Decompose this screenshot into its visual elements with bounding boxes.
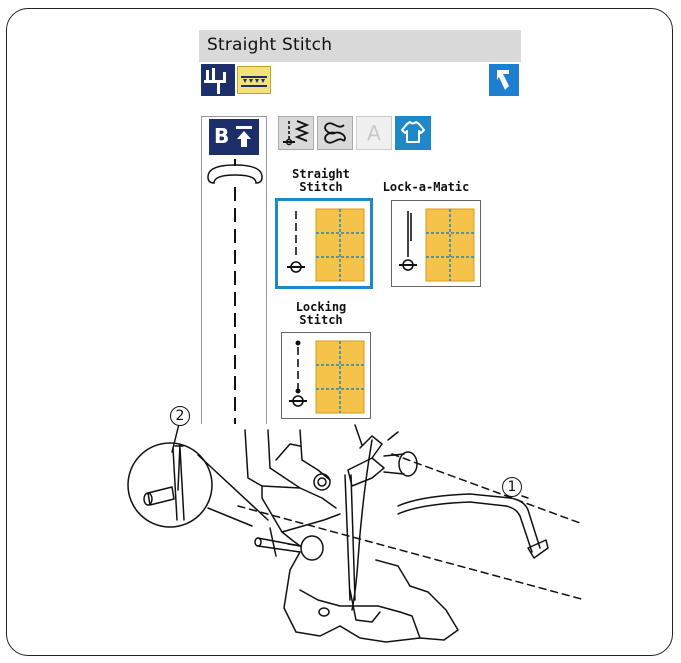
callout-one: 1 — [502, 477, 522, 497]
presser-foot-illustration — [127, 423, 586, 643]
callout-two: 2 — [170, 406, 190, 426]
